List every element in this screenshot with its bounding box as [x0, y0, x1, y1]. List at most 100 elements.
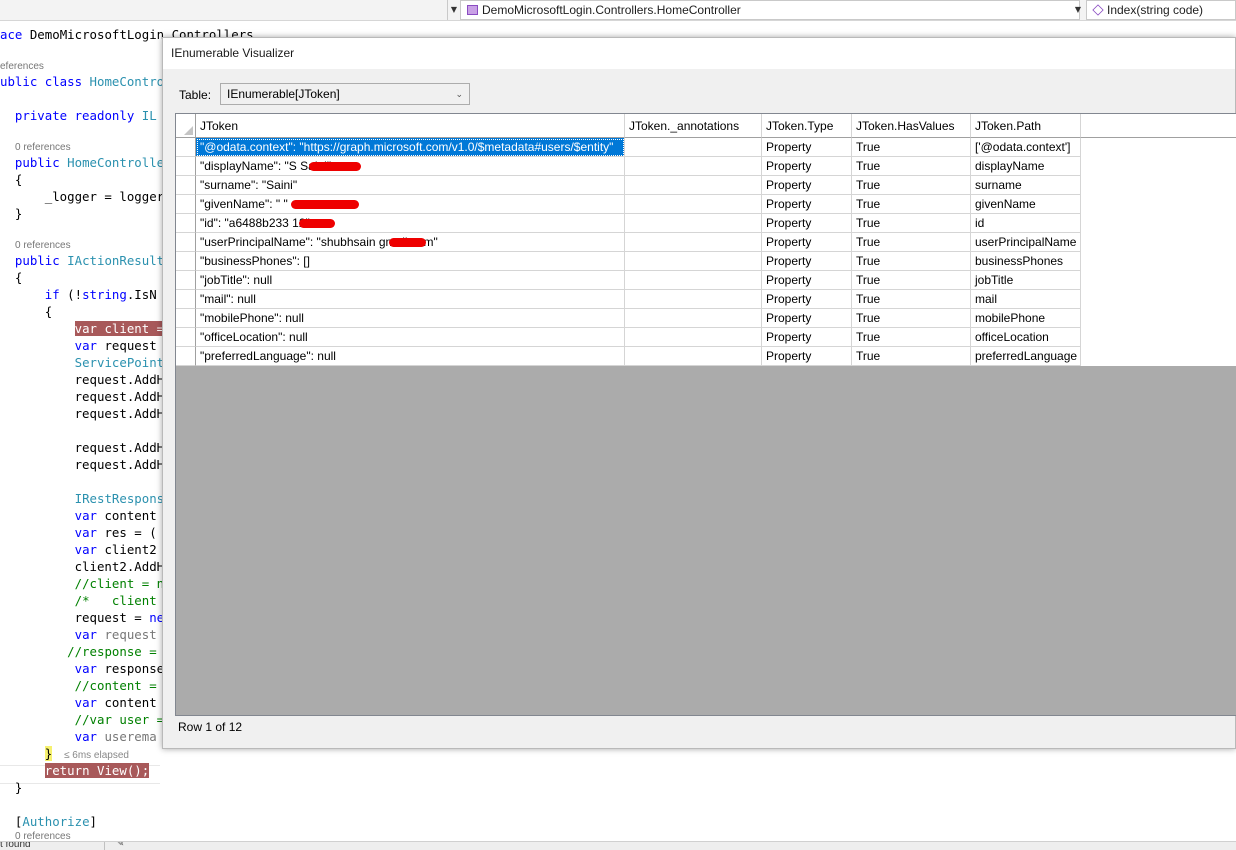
- perf-tip: ≤ 6ms elapsed: [64, 750, 129, 761]
- table-cell-path[interactable]: ['@odata.context']: [971, 138, 1081, 157]
- column-header-type[interactable]: JToken.Type: [762, 114, 852, 138]
- dropdown-arrow-icon[interactable]: ▼: [1072, 0, 1084, 20]
- table-cell-jtoken[interactable]: "businessPhones": []: [196, 252, 625, 271]
- select-all-corner[interactable]: [176, 114, 196, 138]
- code-lens-references[interactable]: eferences: [0, 61, 44, 73]
- table-cell-annotations[interactable]: [625, 157, 762, 176]
- table-cell-annotations[interactable]: [625, 176, 762, 195]
- table-cell-jtoken[interactable]: "officeLocation": null: [196, 328, 625, 347]
- row-header[interactable]: [176, 138, 196, 157]
- column-header-jtoken[interactable]: JToken: [196, 114, 625, 138]
- table-cell-jtoken[interactable]: "id": "a6488b233 12": [196, 214, 625, 233]
- class-dropdown[interactable]: DemoMicrosoftLogin.Controllers.HomeContr…: [460, 0, 1080, 20]
- table-cell-type[interactable]: Property: [762, 290, 852, 309]
- code-lens-references[interactable]: 0 references: [15, 240, 71, 252]
- table-cell-jtoken[interactable]: "givenName": " ": [196, 195, 625, 214]
- table-cell-path[interactable]: preferredLanguage: [971, 347, 1081, 366]
- table-cell-jtoken[interactable]: "mail": null: [196, 290, 625, 309]
- table-cell-type[interactable]: Property: [762, 138, 852, 157]
- table-cell-path[interactable]: mail: [971, 290, 1081, 309]
- table-cell-hasvalues[interactable]: True: [852, 309, 971, 328]
- row-header[interactable]: [176, 233, 196, 252]
- table-cell-type[interactable]: Property: [762, 328, 852, 347]
- table-cell-type[interactable]: Property: [762, 214, 852, 233]
- table-cell-hasvalues[interactable]: True: [852, 157, 971, 176]
- table-cell-hasvalues[interactable]: True: [852, 290, 971, 309]
- table-cell-hasvalues[interactable]: True: [852, 347, 971, 366]
- code-lens-references[interactable]: 0 references: [15, 142, 71, 154]
- code-line: var content: [74, 695, 157, 710]
- table-cell-hasvalues[interactable]: True: [852, 271, 971, 290]
- data-grid[interactable]: JToken JToken._annotations JToken.Type JTok…: [175, 113, 1236, 716]
- column-header-annotations[interactable]: JToken._annotations: [625, 114, 762, 138]
- table-cell-path[interactable]: surname: [971, 176, 1081, 195]
- redaction-mark: [299, 219, 335, 228]
- table-cell-path[interactable]: officeLocation: [971, 328, 1081, 347]
- table-cell-jtoken[interactable]: "preferredLanguage": null: [196, 347, 625, 366]
- table-cell-hasvalues[interactable]: True: [852, 176, 971, 195]
- table-cell-path[interactable]: displayName: [971, 157, 1081, 176]
- table-cell-annotations[interactable]: [625, 195, 762, 214]
- row-header[interactable]: [176, 195, 196, 214]
- row-header[interactable]: [176, 176, 196, 195]
- table-cell-annotations[interactable]: [625, 252, 762, 271]
- row-header[interactable]: [176, 328, 196, 347]
- table-cell-path[interactable]: givenName: [971, 195, 1081, 214]
- redaction-mark: [291, 200, 359, 209]
- table-cell-hasvalues[interactable]: True: [852, 195, 971, 214]
- table-cell-hasvalues[interactable]: True: [852, 252, 971, 271]
- table-cell-type[interactable]: Property: [762, 271, 852, 290]
- row-header[interactable]: [176, 290, 196, 309]
- table-cell-path[interactable]: id: [971, 214, 1081, 233]
- column-header-path[interactable]: JToken.Path: [971, 114, 1081, 138]
- dialog-title-bar[interactable]: IEnumerable Visualizer: [163, 38, 1235, 69]
- table-cell-annotations[interactable]: [625, 214, 762, 233]
- table-cell-path[interactable]: mobilePhone: [971, 309, 1081, 328]
- row-header[interactable]: [176, 347, 196, 366]
- method-dropdown[interactable]: Index(string code): [1086, 0, 1236, 20]
- method-label: Index(string code): [1107, 3, 1204, 17]
- table-cell-path[interactable]: businessPhones: [971, 252, 1081, 271]
- row-header[interactable]: [176, 309, 196, 328]
- table-cell-hasvalues[interactable]: True: [852, 214, 971, 233]
- table-cell-jtoken[interactable]: "jobTitle": null: [196, 271, 625, 290]
- table-cell-jtoken[interactable]: "mobilePhone": null: [196, 309, 625, 328]
- row-header[interactable]: [176, 271, 196, 290]
- table-cell-annotations[interactable]: [625, 138, 762, 157]
- table-cell-annotations[interactable]: [625, 347, 762, 366]
- code-line: ServicePoint: [74, 355, 165, 370]
- table-cell-hasvalues[interactable]: True: [852, 233, 971, 252]
- table-cell-type[interactable]: Property: [762, 176, 852, 195]
- code-line: var userema: [74, 729, 157, 744]
- column-header-filler: [1081, 114, 1236, 138]
- table-cell-type[interactable]: Property: [762, 252, 852, 271]
- table-cell-hasvalues[interactable]: True: [852, 138, 971, 157]
- table-cell-annotations[interactable]: [625, 271, 762, 290]
- row-header[interactable]: [176, 214, 196, 233]
- table-cell-path[interactable]: jobTitle: [971, 271, 1081, 290]
- table-cell-type[interactable]: Property: [762, 309, 852, 328]
- redaction-mark: [309, 162, 361, 171]
- table-cell-annotations[interactable]: [625, 328, 762, 347]
- table-select[interactable]: IEnumerable[JToken] ⌄: [220, 83, 470, 105]
- dropdown-arrow-icon[interactable]: ▼: [448, 0, 460, 20]
- code-line: public HomeControlle: [14, 155, 165, 170]
- table-cell-jtoken[interactable]: "@odata.context": "https://graph.microso…: [196, 138, 625, 157]
- table-cell-annotations[interactable]: [625, 233, 762, 252]
- tools-icon[interactable]: ✎: [116, 842, 124, 849]
- table-cell-hasvalues[interactable]: True: [852, 328, 971, 347]
- table-cell-annotations[interactable]: [625, 309, 762, 328]
- table-cell-path[interactable]: userPrincipalName: [971, 233, 1081, 252]
- project-dropdown[interactable]: [0, 0, 448, 20]
- table-cell-type[interactable]: Property: [762, 157, 852, 176]
- table-cell-type[interactable]: Property: [762, 233, 852, 252]
- table-cell-annotations[interactable]: [625, 290, 762, 309]
- table-cell-jtoken[interactable]: "displayName": "S Saini": [196, 157, 625, 176]
- column-header-hasvalues[interactable]: JToken.HasValues: [852, 114, 971, 138]
- table-cell-type[interactable]: Property: [762, 195, 852, 214]
- table-cell-type[interactable]: Property: [762, 347, 852, 366]
- row-header[interactable]: [176, 252, 196, 271]
- table-cell-jtoken[interactable]: "surname": "Saini": [196, 176, 625, 195]
- row-header[interactable]: [176, 157, 196, 176]
- method-icon: [1092, 4, 1104, 16]
